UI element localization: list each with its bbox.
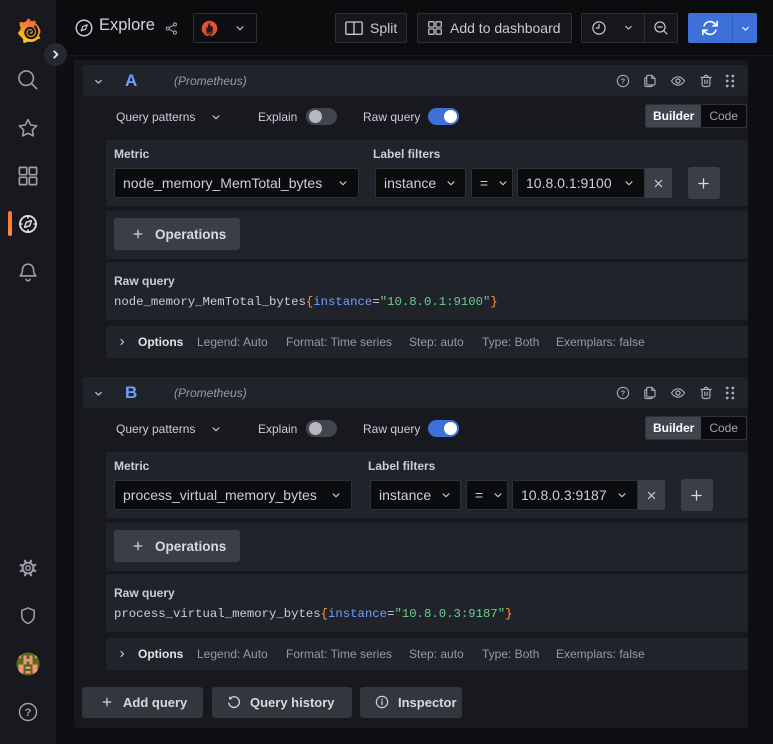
svg-text:?: ? (621, 77, 626, 86)
svg-text:?: ? (25, 707, 32, 719)
svg-text:?: ? (621, 389, 626, 398)
